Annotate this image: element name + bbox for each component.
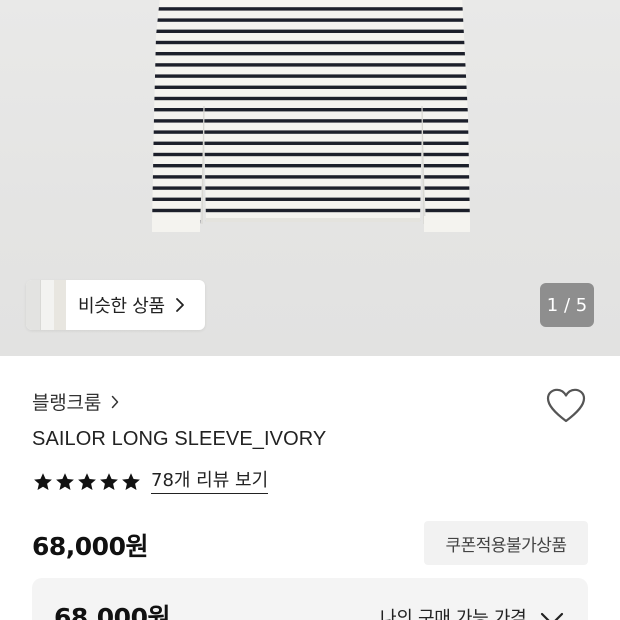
brand-name: 블랭크룸 [32, 392, 102, 414]
chevron-right-icon [175, 298, 184, 312]
similar-products-label: 비슷한 상품 [78, 296, 165, 317]
heart-outline-icon[interactable] [546, 388, 586, 424]
star-filled-icon [122, 473, 140, 490]
image-pager-indicator: 1 / 5 [540, 283, 594, 327]
star-filled-icon [56, 473, 74, 490]
star-filled-icon [34, 473, 52, 490]
product-photo-striped-shirt [152, 0, 470, 232]
rating-row: 78개 리뷰 보기 [33, 470, 269, 494]
review-link[interactable]: 78개 리뷰 보기 [151, 470, 269, 494]
chevron-right-icon [111, 395, 119, 408]
star-filled-icon [78, 473, 96, 490]
chevron-down-icon [540, 612, 564, 620]
product-image-carousel[interactable]: 비슷한 상품 1 / 5 [0, 0, 620, 356]
similar-product-thumbnail [26, 280, 66, 330]
brand-link[interactable]: 블랭크룸 [32, 388, 119, 415]
product-price: 68,000원 [32, 532, 148, 561]
similar-products-button[interactable]: 비슷한 상품 [26, 280, 205, 330]
rating-stars [33, 472, 141, 492]
star-filled-icon [100, 473, 118, 490]
my-price-value: 68,000원 [54, 603, 170, 620]
my-price-label: 나의 구매 가능 가격 [380, 608, 527, 620]
coupon-unavailable-badge: 쿠폰적용불가상품 [424, 521, 588, 565]
product-title: SAILOR LONG SLEEVE_IVORY [32, 428, 327, 450]
my-purchasable-price-panel[interactable]: 68,000원 나의 구매 가능 가격 [32, 578, 588, 620]
